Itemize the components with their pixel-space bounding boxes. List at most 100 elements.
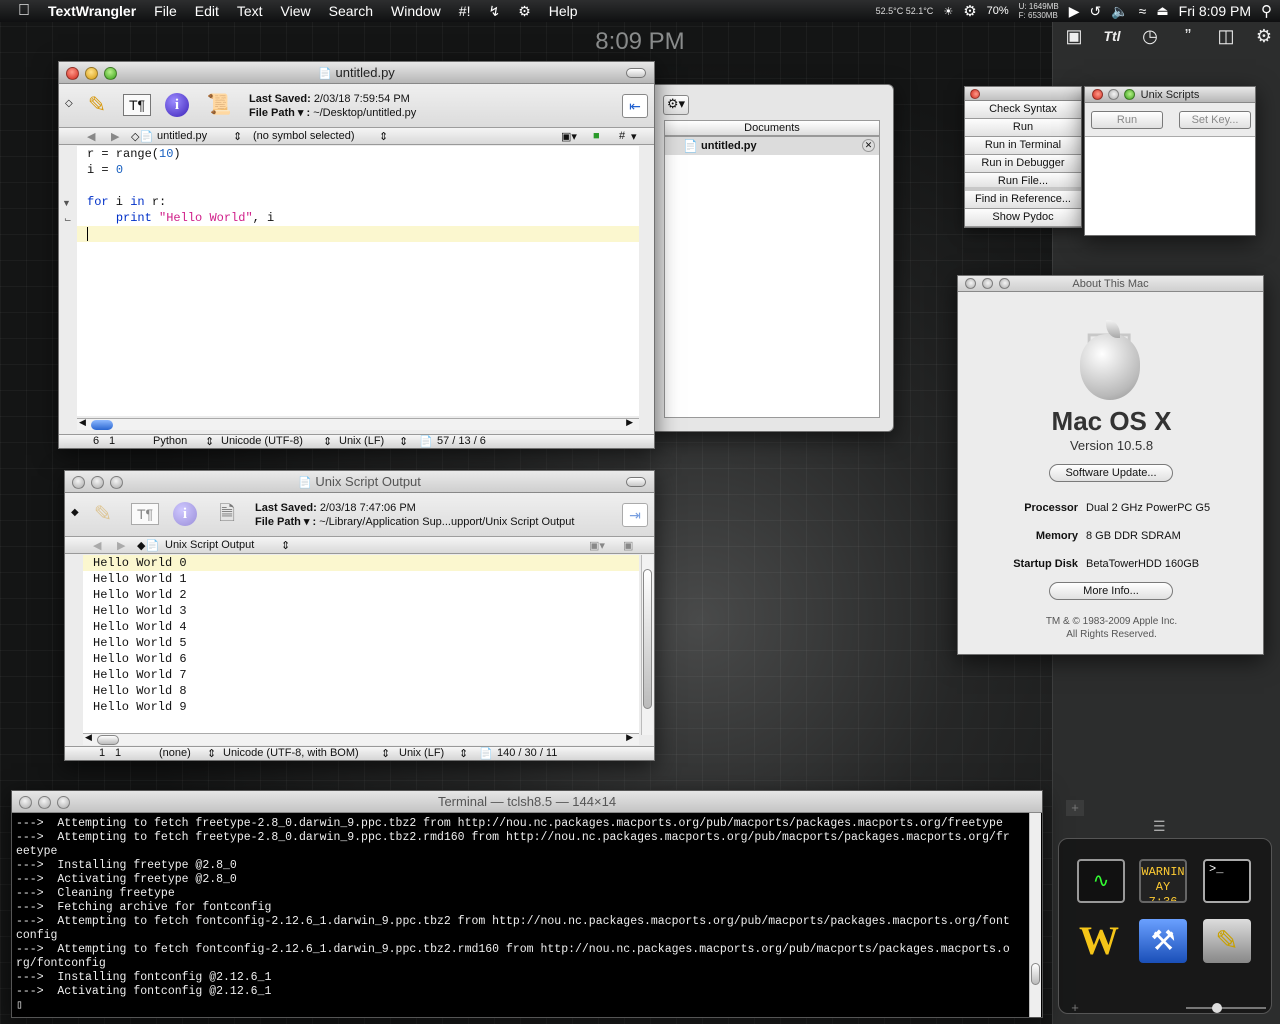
menu-text[interactable]: Text: [228, 3, 272, 19]
info-icon[interactable]: i: [165, 93, 189, 117]
temperature-readout[interactable]: 52.5°C 52.1°C: [876, 6, 934, 16]
memory-readout[interactable]: U: 1649MB F: 6530MB: [1019, 2, 1059, 20]
brightness-icon[interactable]: ☀: [943, 5, 953, 18]
text-options-icon[interactable]: T¶: [123, 94, 151, 116]
python-doc-icon[interactable]: 📜: [205, 91, 233, 119]
terminal-titlebar[interactable]: Terminal — tclsh8.5 — 144×14: [12, 791, 1042, 813]
output-proxy-icon[interactable]: 📄: [298, 477, 312, 489]
about-zoom-button[interactable]: [999, 278, 1010, 289]
about-min-button[interactable]: [982, 278, 993, 289]
toolbar-toggle[interactable]: [626, 68, 646, 78]
editor-titlebar[interactable]: 📄 untitled.py: [59, 62, 654, 84]
language-popup[interactable]: Python: [153, 435, 187, 447]
menu-file[interactable]: File: [145, 3, 186, 19]
scroll-right-icon[interactable]: ▶: [626, 417, 633, 428]
symbol-popup[interactable]: (no symbol selected): [253, 130, 355, 142]
output-linebreak-popup[interactable]: Unix (LF): [399, 747, 444, 759]
output-close-button[interactable]: [72, 476, 85, 489]
output-bookmark-icon[interactable]: ▣▾: [589, 539, 605, 552]
output-text-area[interactable]: Hello World 0 Hello World 1 Hello World …: [83, 555, 639, 735]
file-proxy-icon[interactable]: 📄: [318, 68, 332, 80]
unix-scripts-titlebar[interactable]: Unix Scripts: [1085, 87, 1255, 103]
dock-add-bottom-icon[interactable]: +: [1066, 1000, 1084, 1016]
unix-zoom-button[interactable]: [1124, 89, 1135, 100]
bookmark-menu-icon[interactable]: ▣▾: [561, 130, 577, 143]
menu-edit[interactable]: Edit: [186, 3, 228, 19]
script-editor-dock-icon[interactable]: ✎: [1203, 919, 1251, 963]
hash-popup-arrow[interactable]: ▾: [631, 130, 637, 143]
console-icon[interactable]: WARNIN AY 7:36: [1139, 859, 1187, 903]
output-line-number[interactable]: 1: [99, 747, 105, 759]
play-icon[interactable]: ▶: [1069, 3, 1080, 20]
output-language-popup[interactable]: (none): [159, 747, 191, 759]
palette-close-button[interactable]: [970, 89, 980, 99]
output-linebreak-arrows[interactable]: ⇕: [459, 747, 468, 760]
photo-widget-icon[interactable]: ▣: [1058, 24, 1090, 48]
software-update-button[interactable]: Software Update...: [1049, 464, 1173, 482]
encoding-popup[interactable]: Unicode (UTF-8): [221, 435, 303, 447]
terminal-dock-icon[interactable]: >_: [1203, 859, 1251, 903]
run-in-debugger-button[interactable]: Run in Debugger: [965, 155, 1081, 173]
gear-menu-icon[interactable]: ⚙: [509, 3, 540, 20]
menu-view[interactable]: View: [272, 3, 320, 19]
output-vscroll-thumb[interactable]: [643, 569, 652, 709]
symbol-popup-arrows[interactable]: ⇕: [379, 130, 388, 143]
volume-icon[interactable]: 🔈: [1111, 3, 1128, 20]
scroll-left-icon[interactable]: ◀: [79, 417, 86, 428]
output-zoom-button[interactable]: [110, 476, 123, 489]
drawer-toggle-icon[interactable]: ⇤: [622, 94, 648, 118]
output-drawer-toggle-icon[interactable]: ⇥: [622, 503, 648, 527]
minimize-button[interactable]: [85, 67, 98, 80]
unix-close-button[interactable]: [1092, 89, 1103, 100]
spotlight-icon[interactable]: ⚲: [1261, 2, 1272, 20]
output-scroll-right-icon[interactable]: ▶: [626, 732, 633, 743]
app-menu[interactable]: TextWrangler: [39, 3, 145, 19]
unix-run-button[interactable]: Run: [1091, 111, 1163, 129]
run-button[interactable]: Run: [965, 119, 1081, 137]
encoding-arrows[interactable]: ⇕: [323, 435, 332, 448]
menu-clock[interactable]: Fri 8:09 PM: [1179, 3, 1251, 19]
about-close-button[interactable]: [965, 278, 976, 289]
terminal-vscrollbar[interactable]: [1029, 813, 1041, 1017]
about-titlebar[interactable]: About This Mac: [958, 276, 1263, 292]
terminal-min-button[interactable]: [38, 796, 51, 809]
screen-widget-icon[interactable]: ◫: [1210, 24, 1242, 48]
run-file-button[interactable]: Run File...: [965, 173, 1081, 191]
output-document-arrows[interactable]: ⇕: [281, 539, 290, 552]
output-pencil-icon[interactable]: ✎: [89, 500, 117, 528]
title-widget-icon[interactable]: Ttl: [1096, 24, 1128, 48]
output-column-number[interactable]: 1: [115, 747, 121, 759]
output-scroll-thumb[interactable]: [97, 735, 119, 745]
scroll-thumb[interactable]: [91, 420, 113, 430]
output-nav-back-icon[interactable]: ◀: [93, 539, 101, 552]
cpu-gear-icon[interactable]: ⚙: [963, 2, 976, 20]
wifi-icon[interactable]: ≈: [1139, 3, 1147, 19]
terminal-close-button[interactable]: [19, 796, 32, 809]
find-in-reference-button[interactable]: Find in Reference...: [965, 191, 1081, 209]
output-info-icon[interactable]: i: [173, 502, 197, 526]
show-pydoc-button[interactable]: Show Pydoc: [965, 209, 1081, 227]
pencil-icon[interactable]: ✎: [83, 91, 111, 119]
output-file-path-label[interactable]: File Path ▾ :: [255, 516, 316, 528]
editor-hscrollbar[interactable]: ◀ ▶: [77, 417, 639, 430]
terminal-scroll-thumb[interactable]: [1031, 963, 1040, 985]
menu-help[interactable]: Help: [540, 3, 587, 19]
clock-widget-icon[interactable]: ◷: [1134, 24, 1166, 48]
menu-search[interactable]: Search: [320, 3, 382, 19]
output-document-popup[interactable]: Unix Script Output: [165, 539, 254, 551]
dock-handle-icon[interactable]: ☰: [1153, 818, 1166, 835]
drawer-gear-button[interactable]: ⚙▾: [663, 95, 689, 115]
menu-window[interactable]: Window: [382, 3, 450, 19]
terminal-zoom-button[interactable]: [57, 796, 70, 809]
battery-percent[interactable]: 70%: [987, 5, 1009, 17]
activity-monitor-icon[interactable]: ∿: [1077, 859, 1125, 903]
document-popup-arrows[interactable]: ⇕: [233, 130, 242, 143]
dock-size-slider[interactable]: [1186, 1003, 1266, 1013]
close-doc-icon[interactable]: ✕: [862, 139, 875, 152]
output-doc-icon[interactable]: 🗎: [213, 500, 241, 528]
menu-scripts[interactable]: #!: [450, 3, 480, 19]
unix-set-key-button[interactable]: Set Key...: [1179, 111, 1251, 129]
documents-header[interactable]: Documents: [664, 120, 880, 136]
xcode-dock-icon[interactable]: ⚒: [1139, 919, 1187, 963]
more-info-button[interactable]: More Info...: [1049, 582, 1173, 600]
